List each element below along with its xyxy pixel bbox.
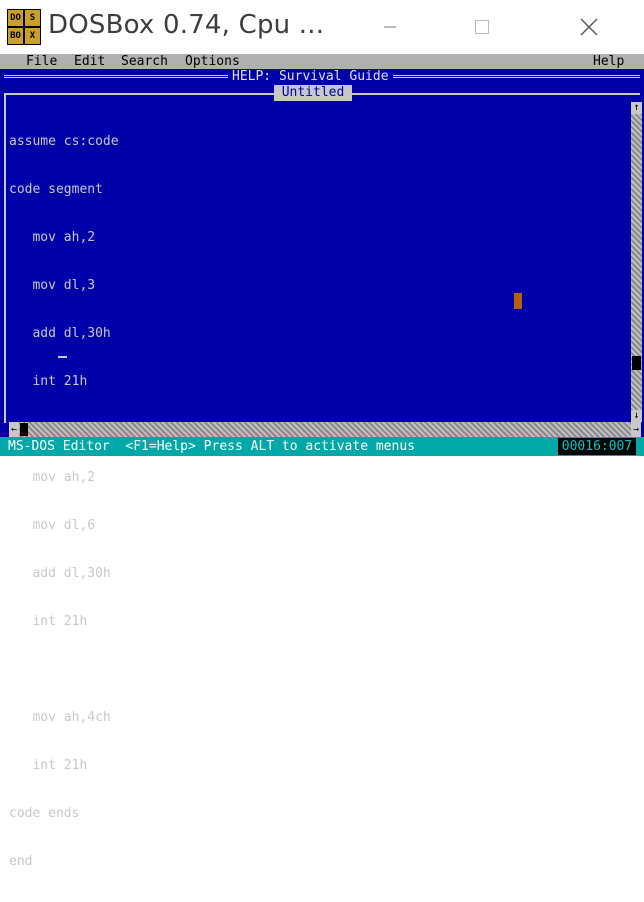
help-title: HELP: Survival Guide bbox=[228, 69, 393, 85]
icon-letters: S bbox=[25, 10, 40, 26]
icon-letters: DO bbox=[8, 10, 23, 26]
code-line: mov ah,2 bbox=[9, 470, 96, 485]
code-line: mov ah,4ch bbox=[9, 710, 111, 725]
icon-letters: X bbox=[25, 28, 40, 44]
window-title: DOSBox 0.74, Cpu ... bbox=[48, 10, 325, 40]
editor-frame-left bbox=[4, 93, 6, 423]
code-line: code ends bbox=[9, 806, 80, 821]
scroll-down-arrow-icon[interactable]: ↓ bbox=[631, 410, 642, 422]
maximize-button[interactable] bbox=[452, 6, 512, 48]
code-line: add dl,30h bbox=[9, 566, 111, 581]
code-line: int 21h bbox=[9, 614, 88, 629]
document-title: Untitled bbox=[274, 85, 352, 101]
menu-file[interactable]: File bbox=[26, 54, 57, 69]
scroll-up-arrow-icon[interactable]: ↑ bbox=[631, 102, 642, 114]
minimize-button[interactable] bbox=[360, 6, 420, 48]
code-line: assume cs:code bbox=[9, 134, 119, 149]
dos-editor-screen[interactable]: File Edit Search Options Help HELP: Surv… bbox=[0, 54, 644, 869]
menu-edit[interactable]: Edit bbox=[74, 54, 105, 69]
scroll-right-arrow-icon[interactable]: → bbox=[631, 422, 641, 437]
code-line: mov ah,2 bbox=[9, 230, 96, 245]
code-line: mov dl,6 bbox=[9, 518, 96, 533]
menu-help[interactable]: Help bbox=[593, 54, 624, 69]
code-line: code segment bbox=[9, 182, 103, 197]
code-line: end bbox=[9, 854, 33, 869]
dosbox-icon[interactable]: DO S BO X bbox=[7, 9, 41, 45]
menu-bar: File Edit Search Options Help bbox=[0, 54, 644, 69]
code-line: int 21h bbox=[9, 374, 88, 389]
code-line: add dl,30h bbox=[9, 326, 111, 341]
minimize-icon bbox=[384, 26, 396, 28]
close-icon bbox=[580, 18, 598, 36]
maximize-icon bbox=[475, 20, 489, 34]
icon-letters: BO bbox=[8, 28, 23, 44]
vertical-scroll-thumb[interactable] bbox=[632, 356, 641, 370]
status-message: MS-DOS Editor <F1=Help> Press ALT to act… bbox=[8, 439, 415, 454]
mouse-cursor bbox=[514, 293, 522, 309]
editor-text-area[interactable]: assume cs:code code segment mov ah,2 mov… bbox=[9, 102, 119, 902]
help-window-bar[interactable]: HELP: Survival Guide bbox=[0, 69, 644, 85]
cursor-position: 00016:007 bbox=[558, 438, 636, 455]
menu-options[interactable]: Options bbox=[185, 54, 240, 69]
horizontal-scroll-thumb[interactable] bbox=[20, 423, 28, 436]
code-line: mov dl,3 bbox=[9, 278, 96, 293]
status-bar: MS-DOS Editor <F1=Help> Press ALT to act… bbox=[0, 437, 644, 456]
code-line: int 21h bbox=[9, 758, 88, 773]
scroll-left-arrow-icon[interactable]: ← bbox=[9, 422, 19, 437]
vertical-scrollbar[interactable]: ↑ ↓ bbox=[631, 102, 642, 422]
close-button[interactable] bbox=[559, 6, 619, 48]
text-cursor bbox=[58, 356, 67, 358]
title-bar[interactable]: DO S BO X DOSBox 0.74, Cpu ... bbox=[0, 0, 644, 54]
horizontal-scrollbar[interactable]: ← → bbox=[9, 422, 641, 437]
menu-search[interactable]: Search bbox=[121, 54, 168, 69]
